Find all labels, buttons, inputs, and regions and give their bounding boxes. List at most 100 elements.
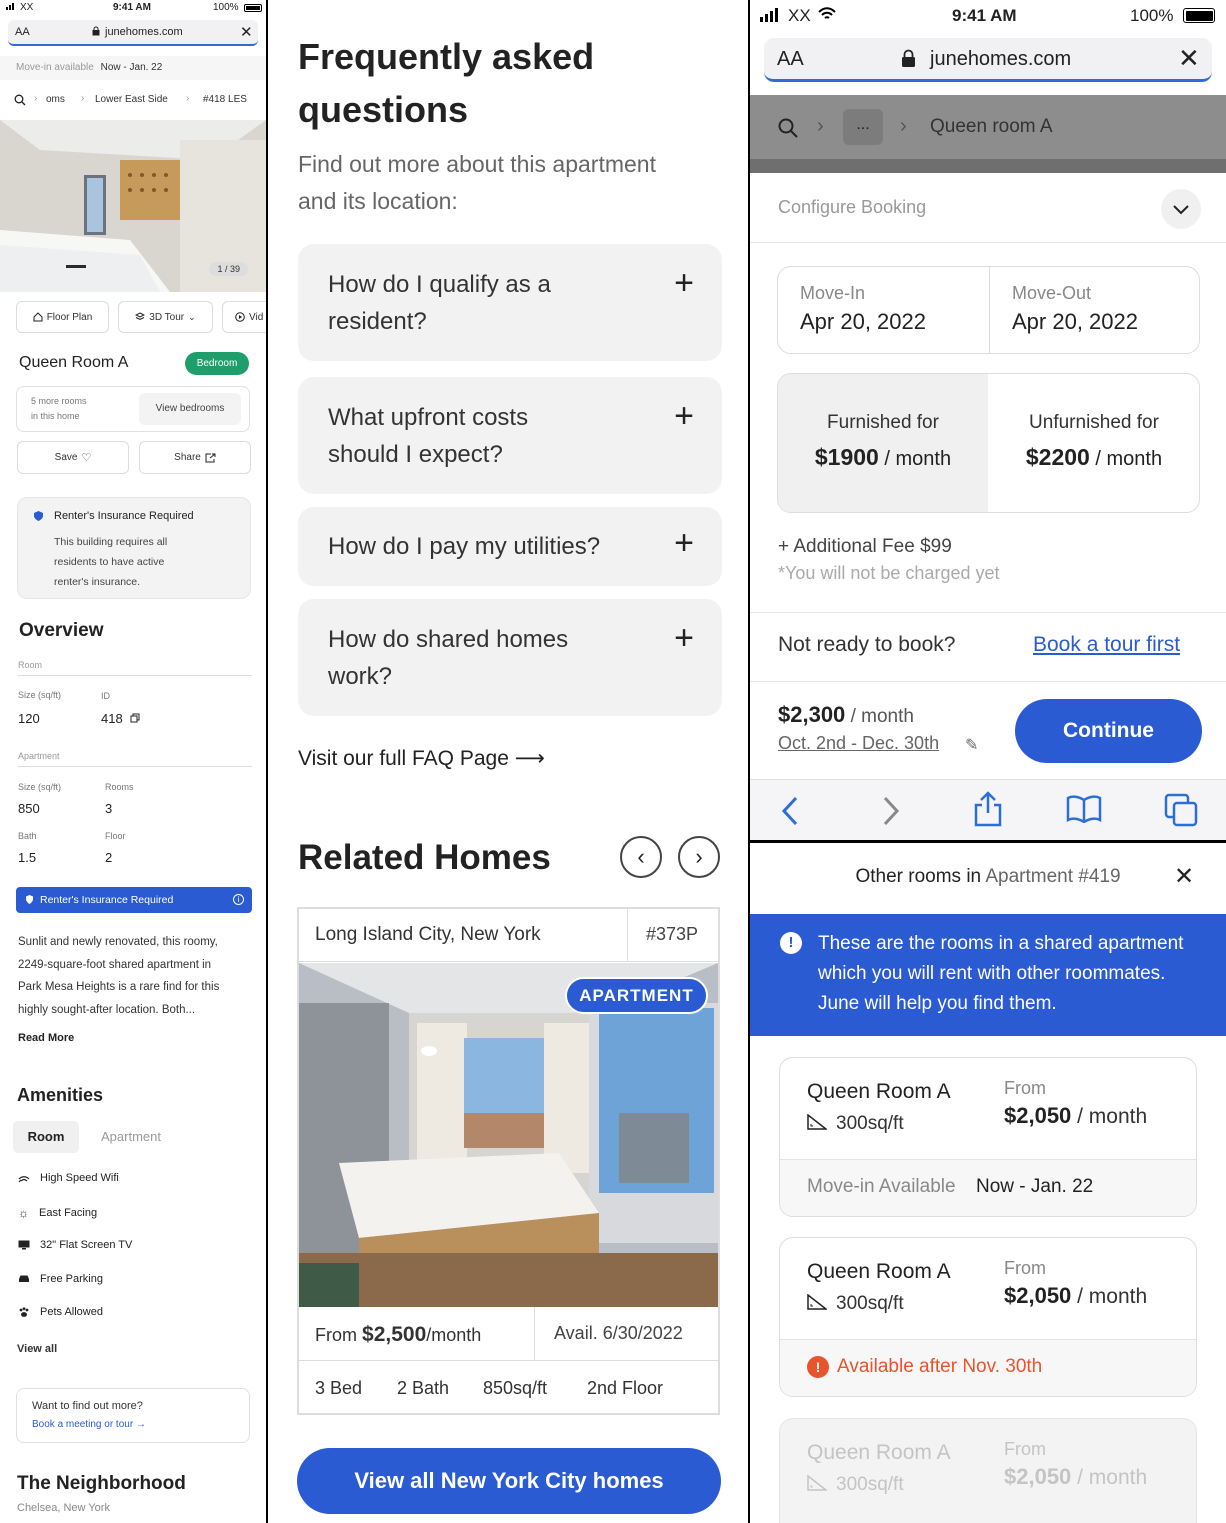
tab-room[interactable]: Room	[13, 1121, 79, 1153]
room-section-label: Room	[18, 660, 43, 670]
book-meeting-link[interactable]: Book a meeting or tour →	[32, 1419, 146, 1430]
listing-card[interactable]: Long Island City, New York #373P APARTME…	[297, 907, 720, 1415]
3d-tour-label: 3D Tour	[149, 311, 185, 323]
faq-related-screen: Frequently asked questions Find out more…	[268, 0, 750, 1523]
share-button[interactable]: Share	[139, 441, 251, 474]
faq-question: resident?	[328, 308, 427, 335]
text-size-button[interactable]: AA	[15, 26, 30, 38]
faq-page-link[interactable]: Visit our full FAQ Page ⟶	[298, 746, 545, 771]
insurance-body: This building requires all	[54, 536, 168, 548]
listing-type-badge: APARTMENT	[565, 977, 708, 1014]
url-bar[interactable]: AA junehomes.com ✕	[8, 20, 258, 46]
view-bedrooms-button[interactable]: View bedrooms	[139, 393, 241, 425]
close-icon[interactable]: ✕	[240, 23, 253, 41]
move-in-banner: Move-in available Now - Jan. 22	[0, 56, 266, 80]
furnishing-card: Furnished for $1900 / month Unfurnished …	[777, 373, 1200, 513]
insurance-bar[interactable]: Renter's Insurance Required i	[16, 887, 252, 913]
move-in-label: Move-In	[800, 283, 866, 303]
faq-item[interactable]: What upfront costs should I expect? +	[298, 377, 722, 494]
close-icon[interactable]: ✕	[1178, 43, 1200, 74]
share-icon	[205, 453, 216, 463]
floor-value: 2	[105, 850, 113, 865]
text-size-button[interactable]: AA	[777, 48, 804, 71]
close-icon[interactable]: ✕	[1174, 862, 1194, 891]
amenity-item: Free Parking	[18, 1273, 103, 1285]
amenity-label: East Facing	[39, 1207, 98, 1219]
plus-icon[interactable]: +	[674, 526, 694, 560]
listing-floor: 2nd Floor	[587, 1378, 664, 1398]
carousel-next-button[interactable]: ›	[678, 836, 720, 878]
forward-icon[interactable]	[881, 796, 901, 826]
breadcrumb: › oms › Lower East Side › #418 LES	[0, 88, 266, 114]
arrow-right-icon: ⟶	[514, 747, 545, 770]
furnished-option[interactable]: Furnished for $1900 / month	[778, 374, 988, 512]
battery-level: 100%	[213, 2, 239, 13]
room-details-screen: XX 9:41 AM 100% AA junehomes.com ✕ Move-…	[0, 0, 268, 1523]
view-all-amenities-link[interactable]: View all	[17, 1343, 57, 1355]
view-all-homes-button[interactable]: View all New York City homes	[297, 1448, 721, 1514]
booking-screen: XX 9:41 AM 100% AA junehomes.com ✕ › ...…	[750, 0, 1226, 843]
room-status: ! Available after Nov. 30th	[780, 1339, 1196, 1396]
breadcrumb-item[interactable]: Lower East Side	[95, 94, 168, 105]
save-button[interactable]: Save ♡	[17, 441, 129, 474]
read-more-link[interactable]: Read More	[18, 1032, 74, 1044]
room-card[interactable]: Queen Room A 300sq/ft From $2,050 / mont…	[779, 1057, 1197, 1217]
more-rooms-caption: in this home	[31, 411, 80, 421]
room-size-value: 120	[18, 711, 40, 726]
rooms-value: 3	[105, 801, 113, 816]
3d-tour-button[interactable]: 3D Tour ⌄	[118, 301, 213, 333]
room-price: $2,050 / month	[1004, 1103, 1148, 1128]
unfurnished-option[interactable]: Unfurnished for $2200 / month	[988, 374, 1199, 512]
status-bar: XX 9:41 AM 100%	[750, 0, 1226, 32]
url-bar[interactable]: AA junehomes.com ✕	[764, 38, 1212, 82]
insurance-title: Renter's Insurance Required	[54, 510, 194, 522]
rooms-label: Rooms	[105, 782, 134, 792]
battery-icon	[244, 4, 262, 12]
chevron-down-icon[interactable]	[1161, 189, 1201, 229]
amenity-label: High Speed Wifi	[40, 1172, 119, 1184]
plus-icon[interactable]: +	[674, 266, 694, 300]
apartment-section-label: Apartment	[18, 751, 60, 761]
pencil-icon[interactable]: ✎	[965, 735, 978, 755]
other-rooms-sheet: Other rooms in Apartment #419 ✕ ! These …	[750, 846, 1226, 1523]
photo-counter: 1 / 39	[209, 262, 248, 276]
book-tour-link[interactable]: Book a tour first	[1033, 633, 1180, 657]
tabs-icon[interactable]	[1164, 793, 1198, 827]
heart-icon: ♡	[81, 452, 92, 464]
overview-title: Overview	[19, 620, 104, 641]
bookmarks-icon[interactable]	[1066, 795, 1102, 823]
breadcrumb-item[interactable]: oms	[46, 94, 65, 105]
additional-fee: + Additional Fee $99	[778, 536, 952, 557]
move-in-field[interactable]: Move-In Apr 20, 2022	[778, 267, 989, 353]
room-card[interactable]: Queen Room A 300sq/ft From $2,050 / mont…	[779, 1237, 1197, 1397]
share-icon[interactable]	[973, 791, 1003, 827]
move-in-date: Apr 20, 2022	[800, 309, 926, 334]
search-icon[interactable]	[14, 94, 26, 106]
search-icon[interactable]	[778, 118, 798, 138]
status-value: Now - Jan. 22	[976, 1176, 1094, 1197]
total-dates-link[interactable]: Oct. 2nd - Dec. 30th	[778, 733, 939, 754]
signal-icon	[760, 8, 778, 22]
faq-item[interactable]: How do I pay my utilities? +	[298, 507, 722, 586]
plus-icon[interactable]: +	[674, 621, 694, 655]
room-price: $2,050 / month	[1004, 1283, 1148, 1308]
info-icon[interactable]: i	[233, 894, 244, 905]
floor-plan-button[interactable]: Floor Plan	[16, 301, 109, 333]
clock: 9:41 AM	[952, 6, 1017, 25]
room-photo[interactable]: 1 / 39	[0, 120, 266, 292]
back-icon[interactable]	[780, 796, 800, 826]
tab-apartment[interactable]: Apartment	[101, 1129, 161, 1144]
faq-item[interactable]: How do I qualify as a resident? +	[298, 244, 722, 361]
faq-item[interactable]: How do shared homes work? +	[298, 599, 722, 716]
configure-booking-row[interactable]: Configure Booking	[750, 173, 1226, 243]
carousel-prev-button[interactable]: ‹	[620, 836, 662, 878]
move-out-field[interactable]: Move-Out Apr 20, 2022	[990, 267, 1200, 353]
continue-button[interactable]: Continue	[1015, 699, 1202, 763]
breadcrumb-ellipsis[interactable]: ...	[843, 109, 883, 145]
carrier: XX	[788, 6, 811, 25]
copy-icon[interactable]	[130, 713, 140, 723]
amenity-label: 32" Flat Screen TV	[40, 1239, 133, 1251]
video-button[interactable]: Vid	[222, 301, 266, 333]
more-rooms-count: 5 more rooms	[31, 396, 87, 406]
plus-icon[interactable]: +	[674, 399, 694, 433]
